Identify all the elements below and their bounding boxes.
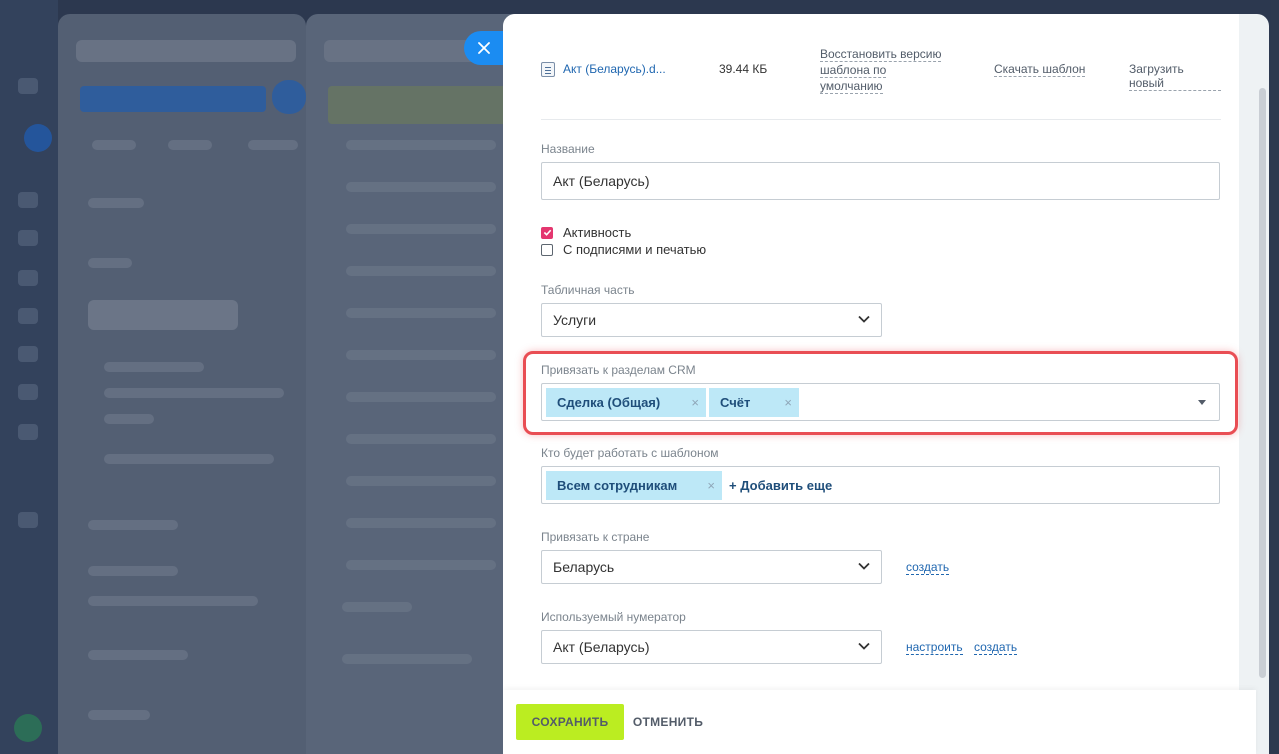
numerator-configure-link[interactable]: настроить (906, 640, 963, 655)
upload-new-link[interactable]: Загрузить новый (1129, 62, 1221, 91)
tag-all-employees: Всем сотрудникам × (546, 471, 722, 500)
chevron-down-icon (858, 315, 870, 323)
document-icon (541, 62, 555, 77)
name-input[interactable]: Акт (Беларусь) (541, 162, 1220, 200)
signatures-checkbox-row[interactable]: С подписями и печатью (541, 242, 706, 257)
numerator-label: Используемый нумератор (541, 610, 686, 624)
country-value: Беларусь (553, 559, 615, 575)
who-works-label: Кто будет работать с шаблоном (541, 446, 719, 460)
download-template-link[interactable]: Скачать шаблон (994, 62, 1086, 77)
cancel-button[interactable]: ОТМЕНИТЬ (625, 704, 711, 740)
crm-sections-label: Привязать к разделам CRM (541, 363, 696, 377)
tag-deal: Сделка (Общая) × (546, 388, 706, 417)
template-file-row: Акт (Беларусь).d... 39.44 КБ Восстановит… (541, 40, 1221, 120)
template-edit-panel: Акт (Беларусь).d... 39.44 КБ Восстановит… (503, 14, 1269, 754)
numerator-value: Акт (Беларусь) (553, 639, 650, 655)
checkmark-icon (543, 229, 551, 236)
table-part-label: Табличная часть (541, 283, 635, 297)
remove-tag-icon[interactable]: × (691, 388, 699, 417)
numerator-create-link[interactable]: создать (974, 640, 1018, 655)
panel-scrollbar[interactable] (1259, 88, 1266, 678)
signatures-checkbox-label: С подписями и печатью (563, 242, 707, 257)
template-file-name[interactable]: Акт (Беларусь).d... (563, 62, 666, 76)
chevron-down-icon (858, 562, 870, 570)
close-panel-button[interactable] (464, 31, 504, 65)
add-more-link[interactable]: + Добавить еще (729, 478, 832, 493)
chevron-down-icon (858, 642, 870, 650)
who-works-selector[interactable]: Всем сотрудникам × + Добавить еще (541, 466, 1220, 504)
name-label: Название (541, 142, 595, 156)
panel-content: Акт (Беларусь).d... 39.44 КБ Восстановит… (503, 14, 1239, 690)
remove-tag-icon[interactable]: × (707, 471, 715, 500)
template-file-size: 39.44 КБ (719, 62, 768, 76)
close-icon (478, 42, 490, 54)
tag-invoice: Счёт × (709, 388, 799, 417)
numerator-select[interactable]: Акт (Беларусь) (541, 630, 882, 664)
active-checkbox-label: Активность (563, 225, 632, 240)
restore-default-link[interactable]: Восстановить версию шаблона по умолчанию (820, 46, 950, 95)
active-checkbox[interactable] (541, 226, 553, 239)
signatures-checkbox[interactable] (541, 243, 553, 256)
crm-sections-selector[interactable]: Сделка (Общая) × Счёт × (541, 383, 1220, 421)
country-select[interactable]: Беларусь (541, 550, 882, 584)
save-button[interactable]: СОХРАНИТЬ (516, 704, 624, 740)
country-label: Привязать к стране (541, 530, 650, 544)
dropdown-caret-icon[interactable] (1198, 400, 1206, 405)
table-part-value: Услуги (553, 312, 597, 328)
country-create-link[interactable]: создать (906, 560, 950, 575)
panel-footer: СОХРАНИТЬ ОТМЕНИТЬ (503, 690, 1256, 754)
active-checkbox-row[interactable]: Активность (541, 225, 631, 240)
table-part-select[interactable]: Услуги (541, 303, 882, 337)
remove-tag-icon[interactable]: × (784, 388, 792, 417)
